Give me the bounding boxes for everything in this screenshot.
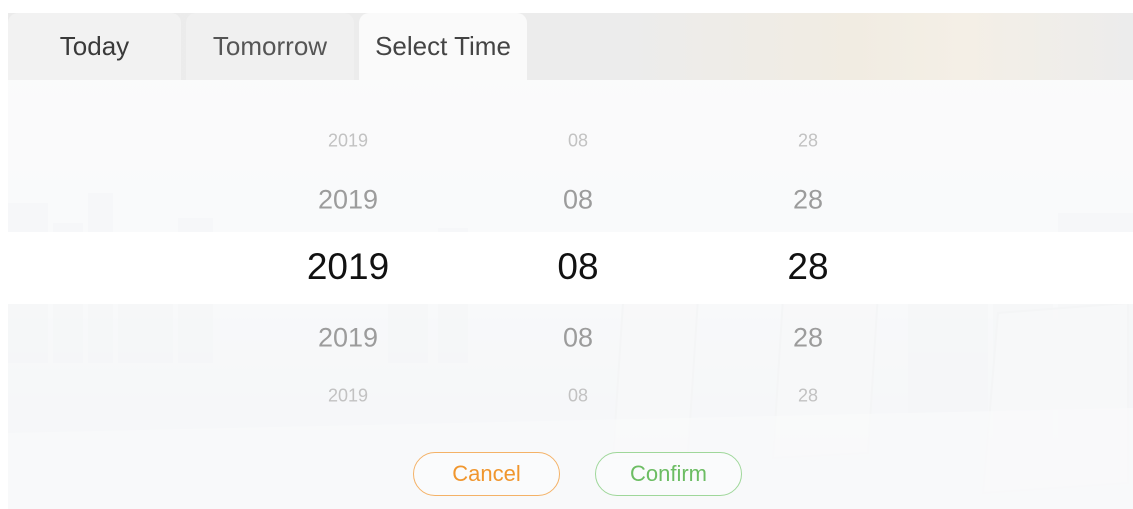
year-option: 2019 (317, 184, 379, 215)
day-selected: 28 (787, 246, 829, 287)
tab-today[interactable]: Today (8, 13, 181, 80)
year-option: 2019 (327, 130, 369, 151)
tab-select-time[interactable]: Select Time (359, 13, 527, 80)
year-wheel[interactable]: 2019 2019 2019 2019 2019 (238, 80, 458, 430)
year-option: 2019 (317, 322, 379, 353)
day-option: 28 (797, 130, 819, 151)
time-picker-panel: Today Tomorrow Select Time 2019 2019 201… (8, 13, 1133, 509)
month-option: 08 (567, 385, 589, 406)
cancel-button[interactable]: Cancel (413, 452, 560, 496)
day-option: 28 (792, 184, 824, 215)
month-option: 08 (562, 322, 594, 353)
year-option: 2019 (327, 385, 369, 406)
month-selected: 08 (557, 246, 599, 287)
day-option: 28 (797, 385, 819, 406)
tab-bar: Today Tomorrow Select Time (8, 13, 1133, 80)
month-wheel[interactable]: 08 08 08 08 08 (468, 80, 688, 430)
tab-tomorrow[interactable]: Tomorrow (186, 13, 354, 80)
month-option: 08 (567, 130, 589, 151)
confirm-button[interactable]: Confirm (595, 452, 742, 496)
day-option: 28 (792, 322, 824, 353)
month-option: 08 (562, 184, 594, 215)
year-selected: 2019 (306, 246, 390, 287)
day-wheel[interactable]: 28 28 28 28 28 (698, 80, 918, 430)
